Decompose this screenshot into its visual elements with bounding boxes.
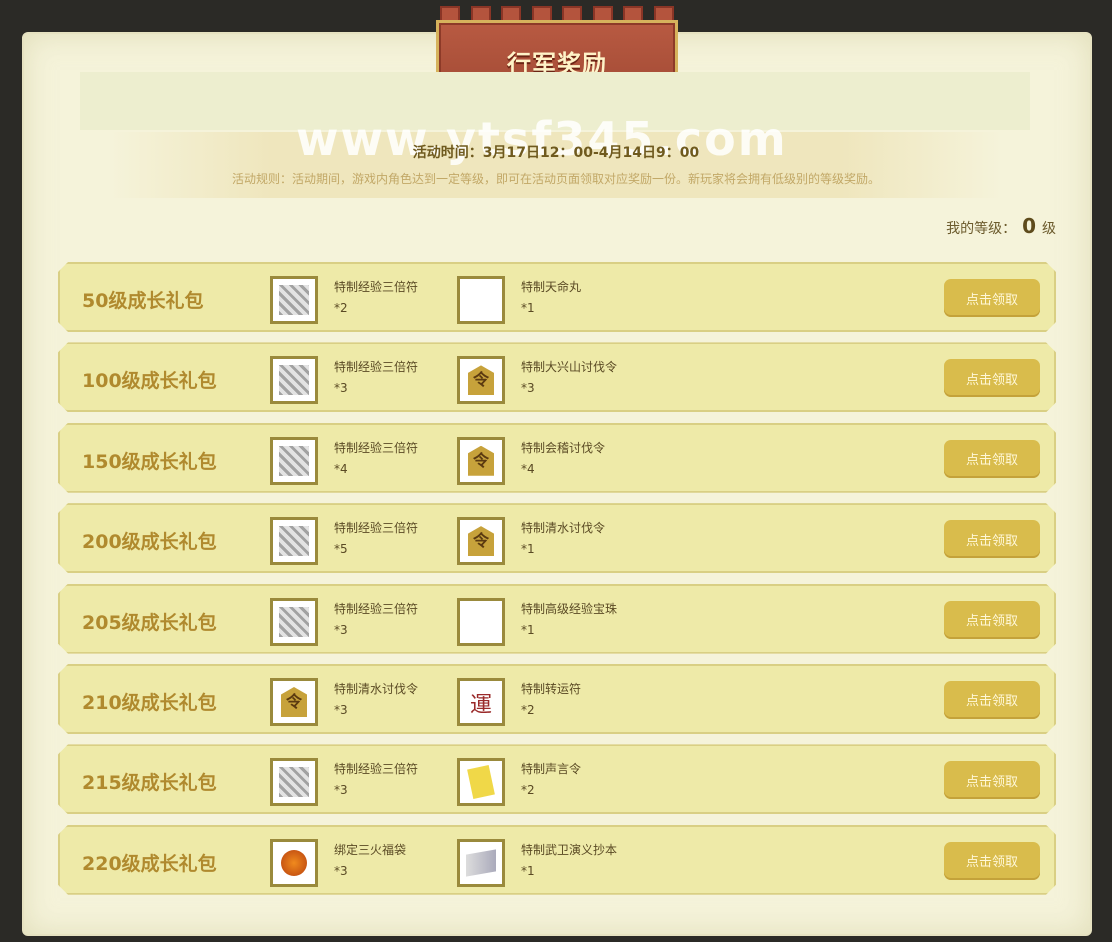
- pack-name: 220级成长礼包: [82, 852, 217, 875]
- token-icon[interactable]: [457, 517, 505, 565]
- reward-item-name: 特制会稽讨伐令: [521, 440, 606, 455]
- reward-item-quantity: *3: [521, 381, 535, 396]
- reward-item-name: 绑定三火福袋: [334, 842, 407, 857]
- eye-pill-icon[interactable]: [457, 276, 505, 324]
- exp-scroll-icon[interactable]: [270, 276, 318, 324]
- reward-item-quantity: *1: [521, 622, 535, 637]
- reward-item-name: 特制经验三倍符: [334, 601, 419, 616]
- pack-row: 150级成长礼包 特制经验三倍符 *4 特制会稽讨伐令 *4 点击领取: [58, 423, 1056, 493]
- reward-item: 特制高级经验宝珠 *1: [457, 598, 617, 646]
- pack-row: 205级成长礼包 特制经验三倍符 *3 特制高级经验宝珠 *1 点击领取: [58, 584, 1056, 654]
- my-level: 我的等级： 0 级: [946, 214, 1056, 238]
- pack-row: 220级成长礼包 绑定三火福袋 *3 特制武卫演义抄本 *1 点击领取: [58, 825, 1056, 895]
- reward-item-quantity: *3: [334, 702, 348, 717]
- reward-item: 特制经验三倍符 *3: [270, 758, 418, 806]
- reward-item-quantity: *3: [334, 381, 348, 396]
- reward-item-quantity: *1: [521, 863, 535, 878]
- token-icon[interactable]: [270, 678, 318, 726]
- reward-item-quantity: *4: [521, 461, 535, 476]
- reward-item: 特制经验三倍符 *4: [270, 437, 418, 485]
- lucky-bag-icon[interactable]: [270, 839, 318, 887]
- token-icon[interactable]: [457, 356, 505, 404]
- reward-item-name: 特制声言令: [521, 762, 582, 777]
- reward-item-quantity: *3: [334, 622, 348, 637]
- my-level-label: 我的等级：: [946, 221, 1017, 237]
- reward-item-name: 特制大兴山讨伐令: [521, 360, 618, 375]
- reward-item-quantity: *1: [521, 542, 535, 557]
- reward-item-name: 特制清水讨伐令: [334, 681, 419, 696]
- reward-item-name: 特制高级经验宝珠: [521, 601, 618, 616]
- claim-button[interactable]: 点击领取: [944, 681, 1040, 719]
- reward-item: 特制经验三倍符 *3: [270, 598, 418, 646]
- exp-scroll-icon[interactable]: [270, 356, 318, 404]
- pack-name: 150级成长礼包: [82, 450, 217, 473]
- reward-item: 绑定三火福袋 *3: [270, 839, 406, 887]
- reward-item-name: 特制武卫演义抄本: [521, 842, 618, 857]
- pack-name: 200级成长礼包: [82, 531, 217, 554]
- reward-item-quantity: *3: [334, 863, 348, 878]
- reward-item-name: 特制天命丸: [521, 280, 582, 294]
- claim-button[interactable]: 点击领取: [944, 601, 1040, 639]
- pack-name: 50级成长礼包: [82, 290, 204, 312]
- claim-button[interactable]: 点击领取: [944, 359, 1040, 397]
- claim-button[interactable]: 点击领取: [944, 279, 1040, 317]
- event-time: 活动时间：3月17日12：00-4月14日9：00: [412, 145, 700, 161]
- reward-item: 特制清水讨伐令 *1: [457, 517, 605, 565]
- reward-item: 特制转运符 *2: [457, 678, 581, 726]
- reward-item: 特制武卫演义抄本 *1: [457, 839, 617, 887]
- pack-row: 200级成长礼包 特制经验三倍符 *5 特制清水讨伐令 *1 点击领取: [58, 503, 1056, 573]
- claim-button[interactable]: 点击领取: [944, 761, 1040, 799]
- reward-item-quantity: *5: [334, 542, 348, 557]
- event-rules: 活动规则：活动期间，游戏内角色达到一定等级，即可在活动页面领取对应奖励一份。新玩…: [231, 172, 880, 186]
- exp-scroll-icon[interactable]: [270, 437, 318, 485]
- reward-item-quantity: *4: [334, 461, 348, 476]
- reward-item-name: 特制经验三倍符: [334, 280, 419, 294]
- pack-name: 100级成长礼包: [82, 370, 217, 393]
- pack-row: 210级成长礼包 特制清水讨伐令 *3 特制转运符 *2 点击领取: [58, 664, 1056, 734]
- claim-button[interactable]: 点击领取: [944, 440, 1040, 478]
- reward-item: 特制声言令 *2: [457, 758, 581, 806]
- reward-item: 特制天命丸 *1: [457, 276, 581, 324]
- pack-name: 215级成长礼包: [82, 772, 217, 795]
- reward-item-name: 特制经验三倍符: [334, 521, 419, 536]
- reward-item-quantity: *2: [334, 301, 348, 315]
- voice-order-icon[interactable]: [457, 758, 505, 806]
- pack-row: 100级成长礼包 特制经验三倍符 *3 特制大兴山讨伐令 *3 点击领取: [58, 342, 1056, 412]
- pack-row: 215级成长礼包 特制经验三倍符 *3 特制声言令 *2 点击领取: [58, 744, 1056, 814]
- reward-item-name: 特制经验三倍符: [334, 440, 419, 455]
- reward-item: 特制清水讨伐令 *3: [270, 678, 418, 726]
- luck-charm-icon[interactable]: [457, 678, 505, 726]
- token-icon[interactable]: [457, 437, 505, 485]
- my-level-value: 0: [1022, 214, 1036, 238]
- reward-item: 特制会稽讨伐令 *4: [457, 437, 605, 485]
- claim-button[interactable]: 点击领取: [944, 520, 1040, 558]
- reward-item-name: 特制清水讨伐令: [521, 521, 606, 536]
- pack-name: 210级成长礼包: [82, 691, 217, 714]
- reward-item-quantity: *2: [521, 783, 535, 798]
- pack-list: 50级成长礼包 特制经验三倍符 *2 特制天命丸 *1 点击领取 100级成长礼包…: [58, 262, 1056, 905]
- exp-scroll-icon[interactable]: [270, 598, 318, 646]
- reward-item-quantity: *1: [521, 301, 535, 315]
- exp-orb-icon[interactable]: [457, 598, 505, 646]
- reward-item: 特制经验三倍符 *2: [270, 276, 418, 324]
- pack-name: 205级成长礼包: [82, 611, 217, 634]
- claim-button[interactable]: 点击领取: [944, 842, 1040, 880]
- exp-scroll-icon[interactable]: [270, 517, 318, 565]
- reward-item-name: 特制经验三倍符: [334, 360, 419, 375]
- pack-row: 50级成长礼包 特制经验三倍符 *2 特制天命丸 *1 点击领取: [58, 262, 1056, 332]
- reward-item-name: 特制经验三倍符: [334, 762, 419, 777]
- reward-item-quantity: *3: [334, 783, 348, 798]
- reward-item-quantity: *2: [521, 702, 535, 717]
- exp-scroll-icon[interactable]: [270, 758, 318, 806]
- book-icon[interactable]: [457, 839, 505, 887]
- my-level-unit: 级: [1042, 221, 1056, 237]
- reward-item: 特制大兴山讨伐令 *3: [457, 356, 617, 404]
- reward-item-name: 特制转运符: [521, 681, 582, 696]
- reward-item: 特制经验三倍符 *3: [270, 356, 418, 404]
- reward-item: 特制经验三倍符 *5: [270, 517, 418, 565]
